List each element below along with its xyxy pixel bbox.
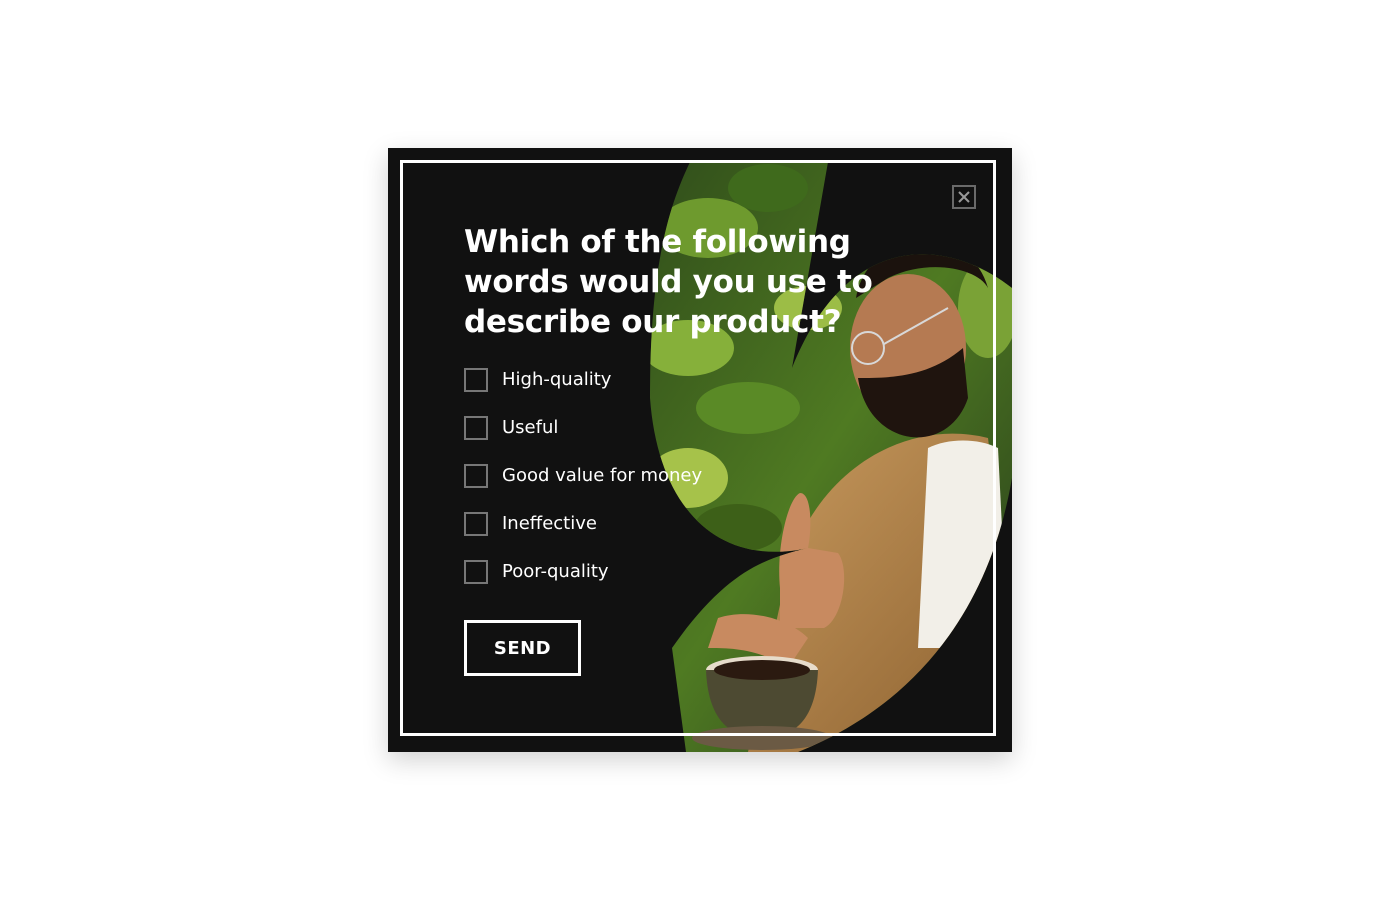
close-icon (958, 191, 970, 203)
option-high-quality[interactable]: High-quality (464, 368, 702, 392)
option-good-value[interactable]: Good value for money (464, 464, 702, 488)
close-button[interactable] (952, 185, 976, 209)
option-label: Ineffective (502, 513, 597, 534)
checkbox[interactable] (464, 416, 488, 440)
option-useful[interactable]: Useful (464, 416, 702, 440)
checkbox[interactable] (464, 368, 488, 392)
answer-options: High-quality Useful Good value for money… (464, 368, 702, 608)
option-label: Useful (502, 417, 559, 438)
checkbox[interactable] (464, 464, 488, 488)
checkbox[interactable] (464, 560, 488, 584)
option-label: Poor-quality (502, 561, 609, 582)
option-ineffective[interactable]: Ineffective (464, 512, 702, 536)
option-label: High-quality (502, 369, 612, 390)
survey-question: Which of the following words would you u… (464, 224, 873, 340)
option-poor-quality[interactable]: Poor-quality (464, 560, 702, 584)
checkbox[interactable] (464, 512, 488, 536)
send-button[interactable]: SEND (464, 620, 581, 676)
survey-popup: Which of the following words would you u… (388, 148, 1012, 752)
option-label: Good value for money (502, 465, 703, 486)
